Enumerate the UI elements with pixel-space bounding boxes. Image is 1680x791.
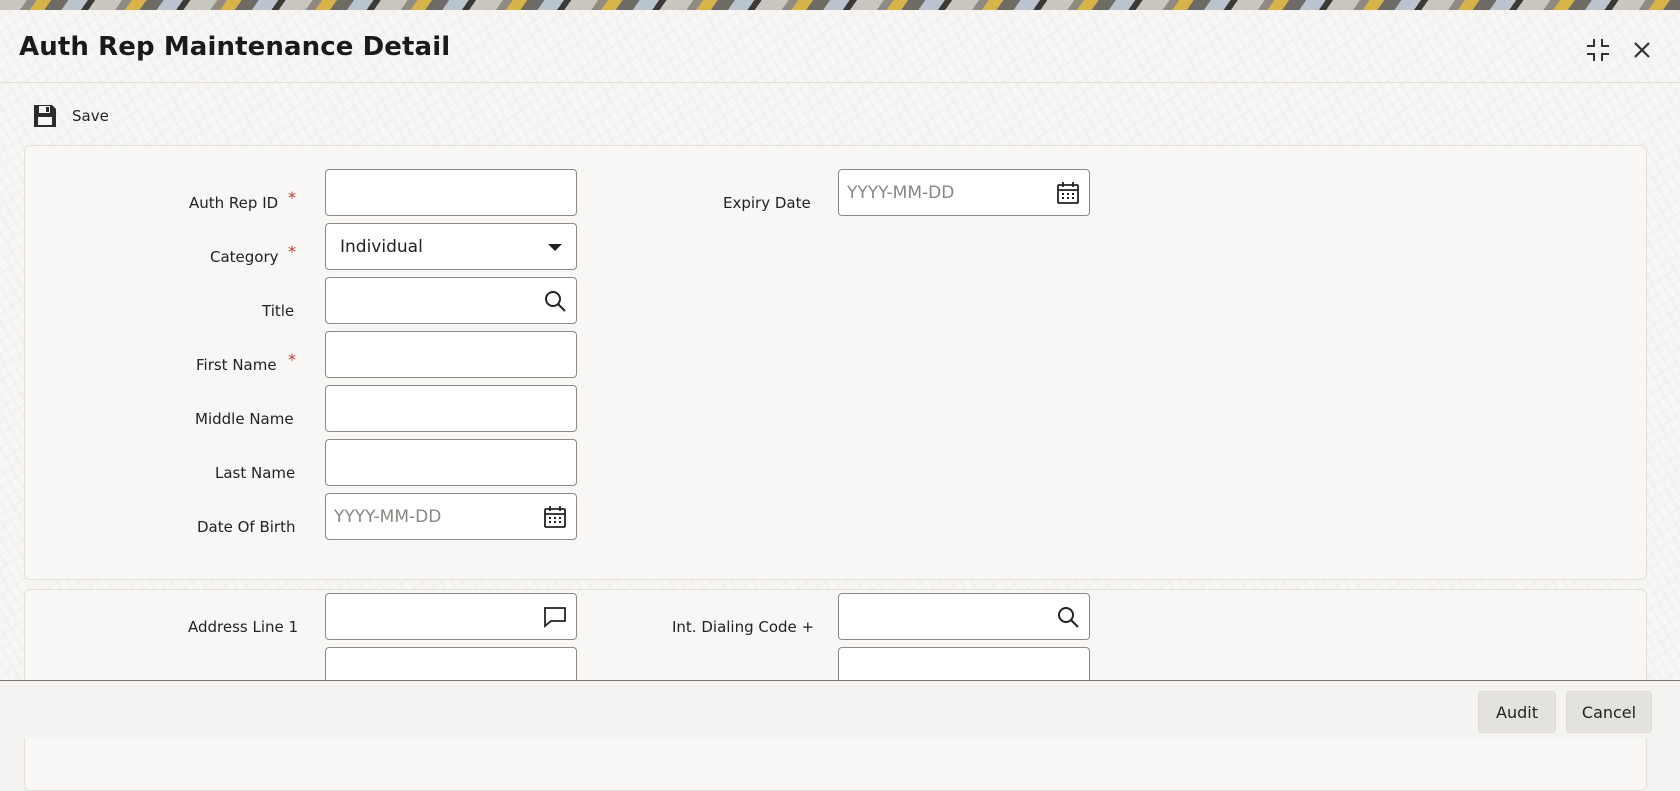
expiry-date-input[interactable]: YYYY-MM-DD	[838, 169, 1090, 216]
dialog-window: Auth Rep Maintenance Detail Save Auth Re…	[0, 10, 1680, 791]
save-label: Save	[72, 107, 109, 125]
date-of-birth-placeholder: YYYY-MM-DD	[334, 507, 442, 527]
middle-name-input[interactable]	[325, 385, 577, 432]
chevron-down-icon	[548, 244, 562, 251]
last-name-label: Last Name	[215, 464, 296, 482]
first-name-input[interactable]	[325, 331, 577, 378]
calendar-icon[interactable]	[1055, 180, 1081, 206]
comment-icon[interactable]	[542, 604, 568, 630]
date-of-birth-label: Date Of Birth	[197, 518, 296, 536]
last-name-input[interactable]	[325, 439, 577, 486]
address-line-1-input[interactable]	[325, 593, 577, 640]
page-title: Auth Rep Maintenance Detail	[19, 32, 451, 62]
expiry-date-label: Expiry Date	[723, 194, 811, 212]
middle-name-label: Middle Name	[195, 410, 294, 428]
auth-rep-details-panel: Auth Rep ID * Category * Individual Titl…	[24, 145, 1647, 580]
required-marker: *	[288, 188, 296, 207]
close-icon	[1634, 42, 1650, 58]
first-name-label: First Name	[196, 356, 277, 374]
category-selected-value: Individual	[340, 237, 423, 257]
search-icon[interactable]	[1055, 604, 1081, 630]
required-marker: *	[288, 242, 296, 261]
audit-button[interactable]: Audit	[1478, 691, 1556, 733]
maximize-icon	[1587, 39, 1609, 61]
address-line-1-label: Address Line 1	[188, 618, 299, 636]
auth-rep-id-label: Auth Rep ID	[189, 194, 279, 212]
save-button[interactable]: Save	[32, 102, 109, 130]
top-banner	[0, 0, 1680, 10]
int-dialing-code-label: Int. Dialing Code +	[672, 618, 815, 636]
close-button[interactable]	[1628, 36, 1656, 64]
header-divider	[0, 82, 1680, 83]
calendar-icon[interactable]	[542, 504, 568, 530]
date-of-birth-input[interactable]: YYYY-MM-DD	[325, 493, 577, 540]
required-marker: *	[288, 350, 296, 369]
maximize-button[interactable]	[1584, 36, 1612, 64]
int-dialing-code-input[interactable]	[838, 593, 1090, 640]
search-icon[interactable]	[542, 288, 568, 314]
category-label: Category	[210, 248, 279, 266]
title-label: Title	[262, 302, 295, 320]
footer-bar: Audit Cancel	[0, 680, 1680, 738]
category-select[interactable]: Individual	[325, 223, 577, 270]
cancel-button[interactable]: Cancel	[1566, 691, 1652, 733]
floppy-disk-icon	[34, 105, 56, 127]
title-input[interactable]	[325, 277, 577, 324]
auth-rep-id-input[interactable]	[325, 169, 577, 216]
expiry-date-placeholder: YYYY-MM-DD	[847, 183, 955, 203]
